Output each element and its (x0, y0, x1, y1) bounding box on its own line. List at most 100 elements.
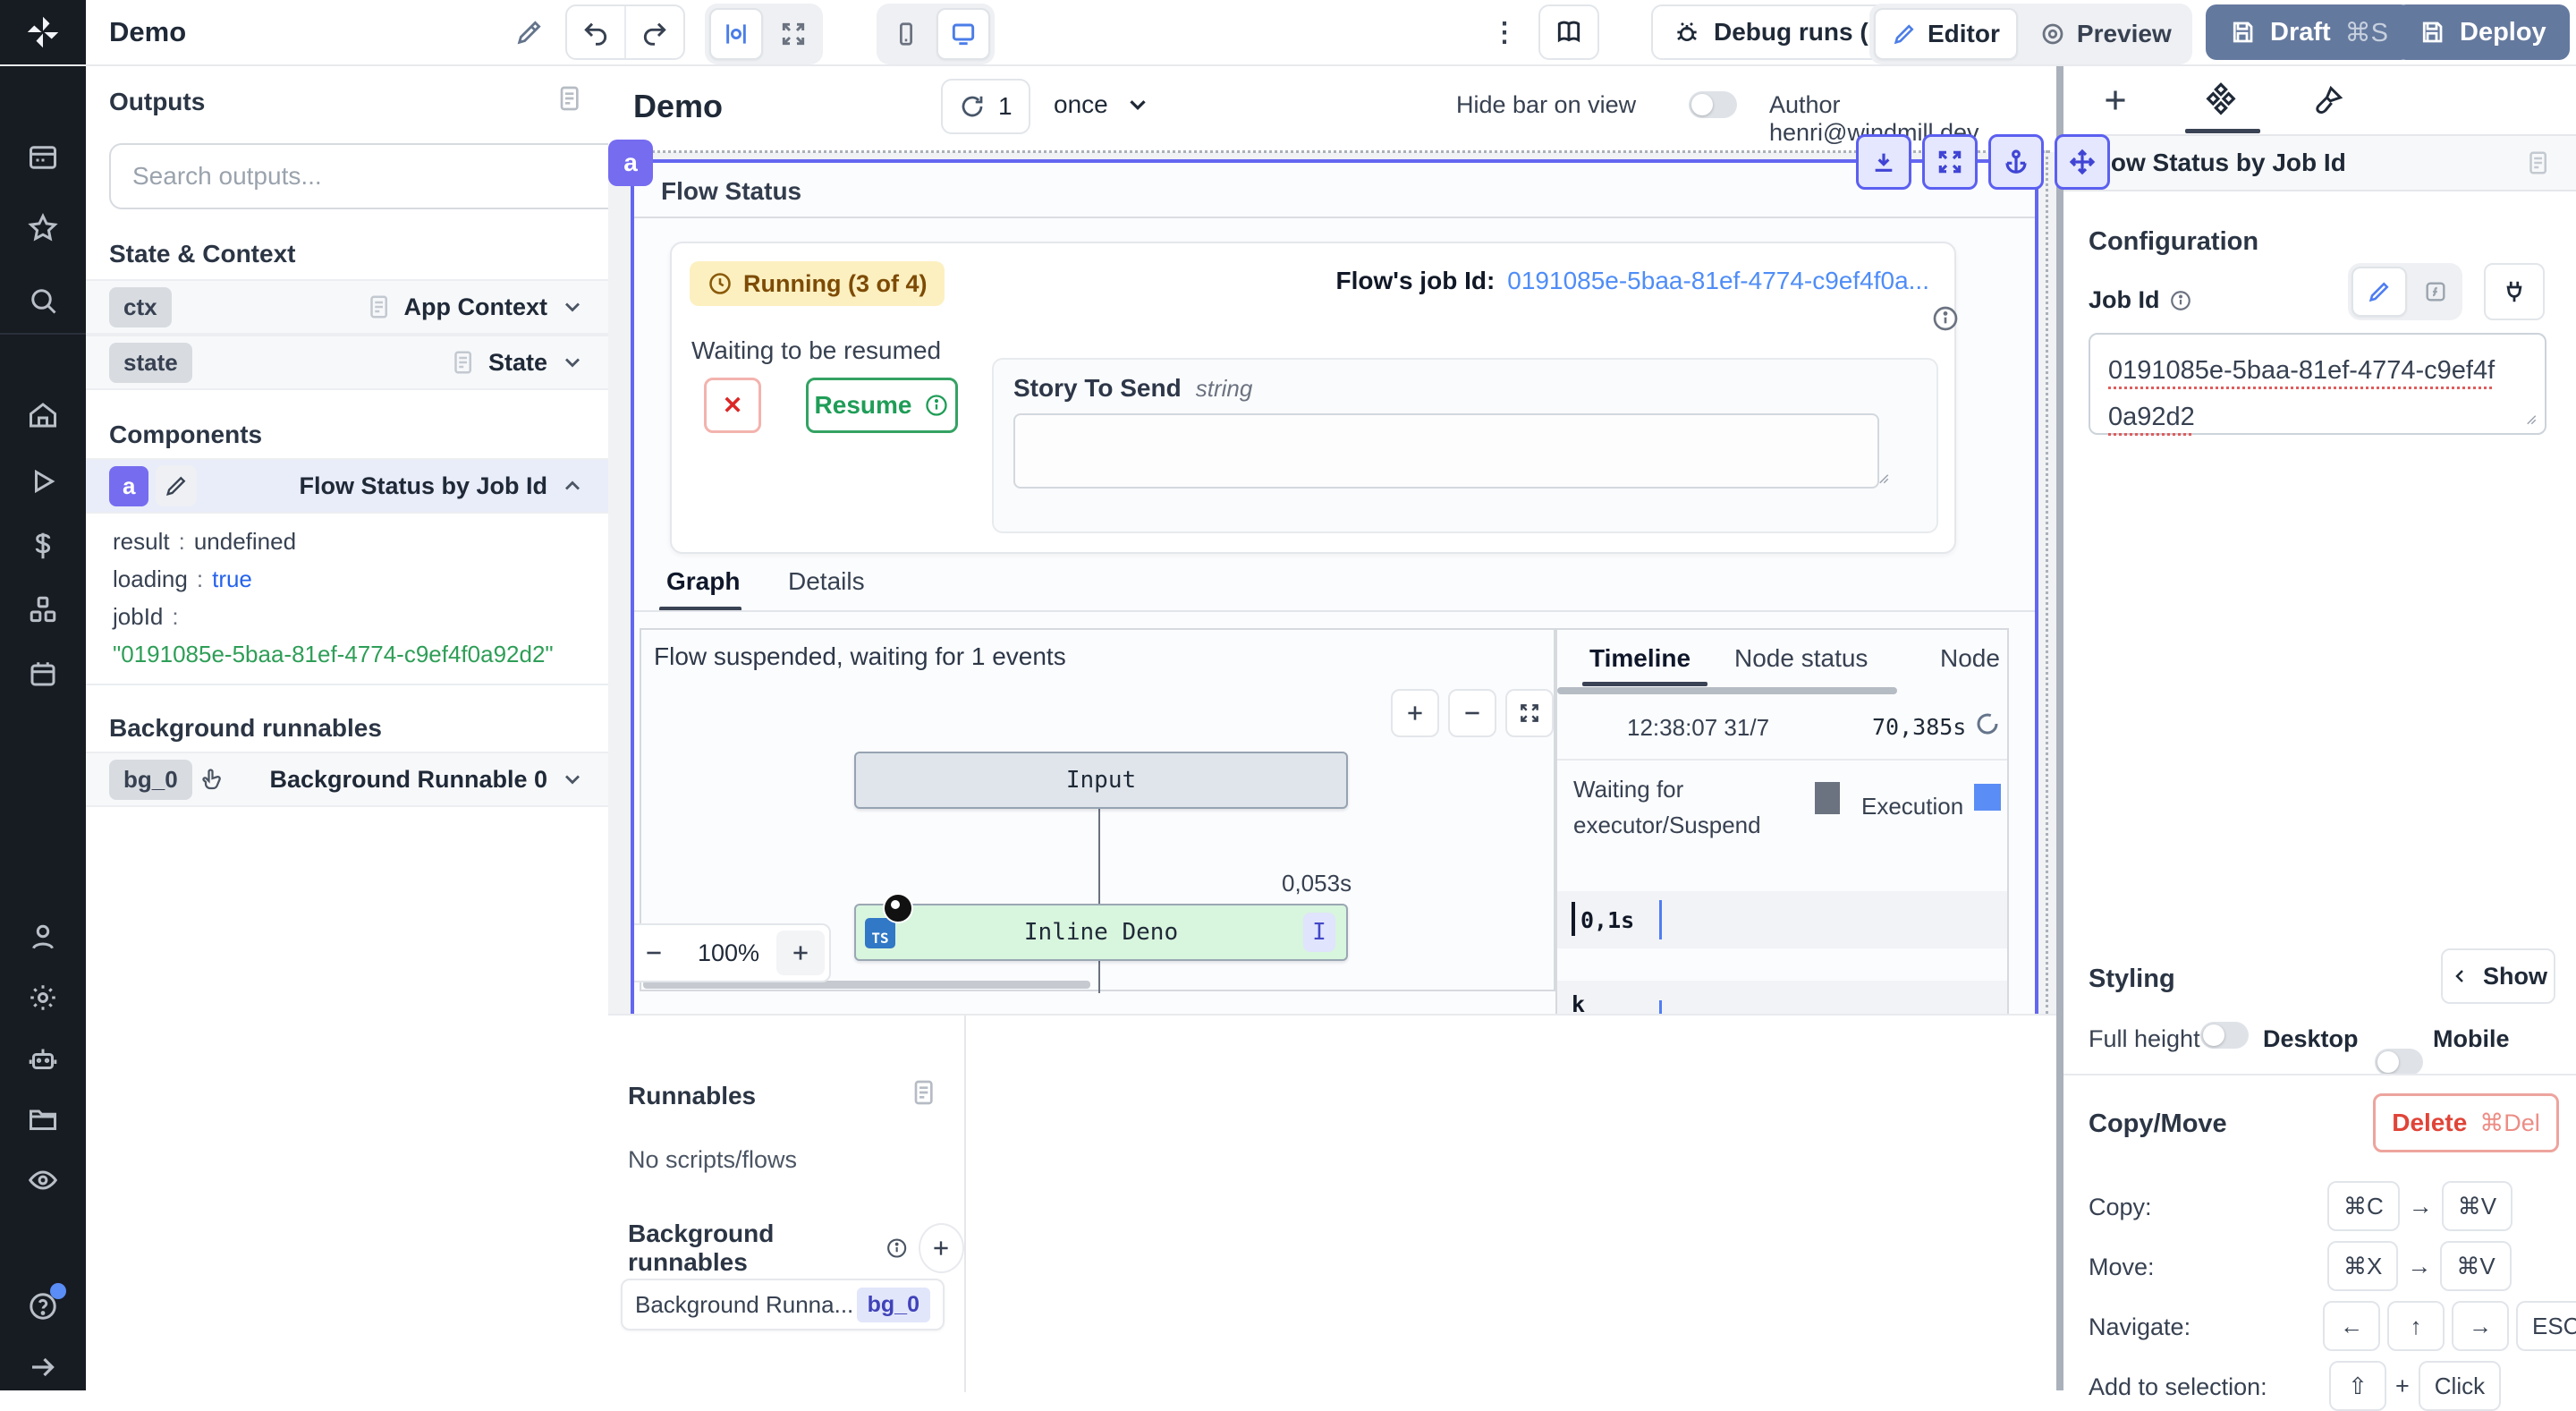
flow-job-id-row: Flow's job Id: 0191085e-5baa-81ef-4774-c… (1336, 267, 1929, 295)
flow-job-id-link[interactable]: 0191085e-5baa-81ef-4774-c9ef4f0a... (1507, 267, 1929, 295)
ctx-row[interactable]: ctx App Context (86, 279, 608, 335)
schedules-icon[interactable] (27, 658, 59, 690)
flow-graph-panel[interactable]: Flow suspended, waiting for 1 events Inp… (640, 628, 1555, 991)
refresh-button[interactable]: 1 (941, 79, 1030, 134)
tab-timeline[interactable]: Timeline (1589, 644, 1690, 673)
fullsize-handle[interactable] (1922, 134, 1978, 190)
component-edit-pencil-icon[interactable] (156, 465, 197, 506)
component-output-tree[interactable]: result:undefined loading:true jobId: "01… (113, 523, 554, 673)
job-id-input-box[interactable]: 0191085e-5baa-81ef-4774-c9ef4f0a92d2 (2089, 333, 2546, 435)
textarea-resize-icon[interactable] (1874, 469, 1890, 485)
component-settings-tab[interactable] (2203, 82, 2239, 118)
ctx-chevron-down-icon[interactable] (560, 294, 585, 319)
apps-icon[interactable] (27, 141, 59, 174)
rp-doc-icon[interactable] (2524, 149, 2551, 176)
job-id-input-value[interactable]: 0191085e-5baa-81ef-4774-c9ef4f0a92d2 (2108, 347, 2502, 440)
connect-input-button[interactable] (2484, 263, 2545, 320)
delete-shortcut: ⌘Del (2479, 1109, 2540, 1137)
tab-details[interactable]: Details (788, 567, 865, 596)
variables-icon[interactable] (27, 530, 59, 562)
resources-icon[interactable] (27, 593, 59, 625)
timeline-horizontal-scrollbar[interactable] (1557, 687, 1897, 694)
flow-status-component[interactable]: Flow Status Running (3 of 4) Flow's job … (631, 159, 2038, 1014)
draft-button[interactable]: Draft ⌘S (2206, 4, 2411, 60)
state-row[interactable]: state State (86, 335, 608, 390)
favorites-star-icon[interactable] (27, 212, 59, 244)
users-icon[interactable] (27, 921, 59, 953)
settings-gear-icon[interactable] (27, 982, 59, 1014)
fullscreen-layout-button[interactable] (768, 10, 818, 58)
zoom-in-pct-button[interactable] (776, 931, 825, 975)
tab-node-status[interactable]: Node status (1734, 644, 1868, 673)
resume-flow-button[interactable]: Resume (806, 378, 958, 433)
deploy-button[interactable]: Deploy (2395, 4, 2570, 60)
collapse-sidebar-arrow-icon[interactable] (27, 1351, 59, 1383)
move-handle[interactable] (2055, 134, 2110, 190)
component-a-row[interactable]: a Flow Status by Job Id (86, 458, 608, 514)
styling-tab[interactable] (2312, 84, 2344, 116)
cancel-flow-button[interactable]: ✕ (704, 378, 761, 433)
zoom-out-pct-button[interactable] (631, 927, 681, 979)
selected-component-id-badge[interactable]: a (608, 140, 653, 186)
preview-tab[interactable]: Preview (2023, 10, 2188, 58)
app-title: Demo (109, 0, 186, 64)
desktop-preview-button[interactable] (936, 8, 990, 60)
workers-robot-icon[interactable] (27, 1042, 59, 1075)
graph-node-input[interactable]: Input (854, 752, 1348, 809)
tab-node-def[interactable]: Node (1940, 644, 2000, 673)
runnables-doc-icon[interactable] (909, 1078, 937, 1107)
hide-bar-toggle[interactable] (1689, 91, 1737, 118)
job-id-resize-icon[interactable] (2521, 410, 2538, 426)
search-outputs-input[interactable] (109, 143, 628, 209)
minus-icon (1461, 701, 1484, 725)
show-styling-button[interactable]: Show (2441, 948, 2555, 1004)
folders-icon[interactable] (27, 1103, 59, 1135)
center-layout-button[interactable] (709, 8, 763, 60)
editor-pencil-icon (1892, 21, 1917, 47)
audit-eye-icon[interactable] (27, 1164, 59, 1196)
more-menu-button[interactable]: ⋮ (1487, 13, 1522, 52)
docs-button[interactable] (1538, 4, 1599, 60)
draft-shortcut: ⌘S (2345, 17, 2388, 48)
desktop-toggle[interactable] (2375, 1049, 2423, 1075)
add-key-shift: ⇧ (2329, 1361, 2386, 1411)
job-id-info-icon[interactable] (2169, 289, 2192, 312)
expand-down-handle[interactable] (1856, 134, 1911, 190)
expand-down-icon (1869, 148, 1898, 176)
eval-input-mode-button[interactable] (2412, 268, 2459, 315)
graph-node-inline-deno[interactable]: TS Inline Deno I (854, 904, 1348, 961)
add-bg-runnable-button[interactable] (919, 1223, 964, 1273)
bg0-chevron-down-icon[interactable] (560, 767, 585, 792)
rename-app-pencil-icon[interactable] (510, 13, 549, 52)
graph-zoom-out-button[interactable] (1448, 689, 1496, 737)
legend-execution-label: Execution (1861, 793, 1963, 820)
bg-runnable-item[interactable]: Background Runna... bg_0 (621, 1279, 945, 1330)
outputs-doc-icon[interactable] (555, 84, 583, 113)
home-icon[interactable] (27, 399, 59, 431)
graph-zoom-in-button[interactable] (1391, 689, 1439, 737)
component-chevron-up-icon[interactable] (560, 473, 585, 498)
jobid-value: "0191085e-5baa-81ef-4774-c9ef4f0a92d2" (113, 641, 554, 667)
bg0-row[interactable]: bg_0 Background Runnable 0 (86, 752, 608, 807)
delete-component-button[interactable]: Delete ⌘Del (2373, 1093, 2559, 1152)
frequency-dropdown[interactable]: once (1054, 79, 1151, 131)
bg-runnables-info-icon[interactable] (886, 1236, 908, 1261)
tab-graph[interactable]: Graph (666, 567, 740, 596)
editor-tab[interactable]: Editor (1874, 8, 2018, 60)
panel-resize-divider[interactable] (2056, 64, 2063, 1390)
graph-fit-button[interactable] (1505, 689, 1554, 737)
search-icon[interactable] (27, 285, 59, 317)
card-info-icon[interactable] (1931, 304, 1960, 333)
redo-button[interactable] (626, 6, 683, 58)
full-height-toggle[interactable] (2200, 1022, 2249, 1049)
static-input-mode-button[interactable] (2351, 267, 2407, 317)
mobile-preview-button[interactable] (881, 10, 931, 58)
state-chevron-down-icon[interactable] (560, 350, 585, 375)
insert-component-tab[interactable] (2099, 84, 2131, 116)
story-to-send-textarea[interactable] (1013, 413, 1879, 489)
canvas[interactable]: Flow Status Running (3 of 4) Flow's job … (608, 152, 2056, 1014)
runs-icon[interactable] (27, 465, 59, 497)
anchor-handle[interactable] (1988, 134, 2044, 190)
undo-button[interactable] (567, 6, 626, 58)
windmill-logo[interactable] (0, 0, 86, 64)
